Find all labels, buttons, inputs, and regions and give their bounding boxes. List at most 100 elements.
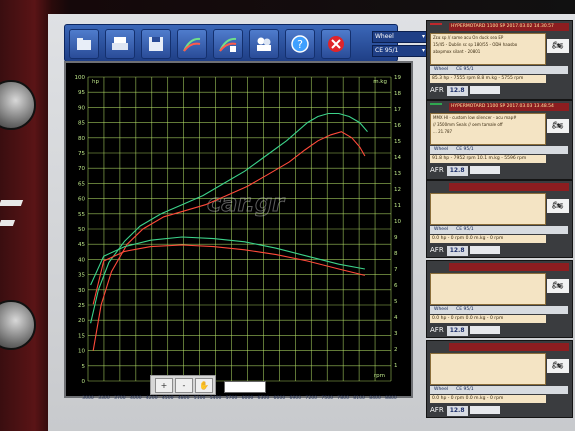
run-panel[interactable]: HYPERMOTARD 1100 SP 2017.03.03 13.48.54 M… (426, 100, 573, 180)
run-peak-stats: 0.0 hp - 0 rpm 0.0 m.kg - 0 rpm (430, 395, 546, 403)
run-notes (430, 273, 546, 305)
afr-field[interactable] (469, 326, 500, 334)
help-icon[interactable]: ? (285, 29, 315, 59)
zoom-value-input[interactable] (224, 381, 266, 393)
afr-field[interactable] (469, 86, 500, 94)
wheel-label: Wheel (434, 67, 449, 72)
y-right-tick-label: 7 (394, 267, 398, 273)
run-peak-stats: 0.0 hp - 0 rpm 0.0 m.kg - 0 rpm (430, 315, 546, 323)
dyno-run-icon[interactable] (177, 29, 207, 59)
print-icon[interactable] (105, 29, 135, 59)
y-right-tick-label: 10 (394, 219, 401, 225)
run-title (449, 343, 569, 351)
run-panel[interactable]: 🏍 Wheel CE 95/1 0.0 hp - 0 rpm 0.0 m.kg - 0… (426, 340, 573, 418)
run-description-line: 15/45 - Dublin sc sp 180/55 - ODH haasbo (433, 42, 518, 47)
y-right-tick-label: 13 (394, 171, 401, 177)
y-left-tick-label: 10 (78, 349, 85, 355)
correction-label: CE 95/1 (456, 147, 474, 152)
y-left-tick-label: 30 (78, 288, 85, 294)
y-left-tick-label: 85 (78, 121, 85, 127)
y-right-tick-label: 14 (394, 155, 401, 161)
close-icon[interactable] (321, 29, 351, 59)
wheel-select-label: Wheel (375, 33, 394, 40)
y-left-tick-label: 60 (78, 197, 85, 203)
run-notes: Ζεα sp // same acu On duck sea EP 15/45 -… (430, 33, 546, 65)
correction-label: CE 95/1 (456, 307, 474, 312)
wheel-select[interactable]: Wheel ▾ (372, 31, 428, 43)
run-peak-stats: 85.3 hp - 7555 rpm 8.8 m.kg - 5755 rpm (430, 75, 546, 83)
run-color-indicator (430, 103, 442, 105)
y-right-tick-label: 16 (394, 123, 401, 129)
save-icon[interactable] (141, 29, 171, 59)
y-left-tick-label: 40 (78, 257, 85, 263)
dyno-app-window: ? Wheel ▾ CE 95/1 ▾ 0 5 10 15 20 25 30 35 40 45 50 55… (48, 14, 575, 431)
run-peak-stats: 0.0 hp - 0 rpm 0.0 m.kg - 0 rpm (430, 235, 546, 243)
afr-label: AFR (430, 166, 444, 174)
run-panel[interactable]: 🏍 Wheel CE 95/1 0.0 hp - 0 rpm 0.0 m.kg - 0… (426, 180, 573, 258)
correction-select[interactable]: CE 95/1 ▾ (372, 45, 428, 57)
afr-row: AFR 12.8 (430, 405, 500, 416)
afr-field[interactable] (469, 406, 500, 414)
dyno-compare-icon[interactable] (213, 29, 243, 59)
afr-value: 12.8 (446, 326, 468, 336)
motorcycle-icon: 🏍 (547, 39, 569, 53)
afr-row: AFR 12.8 (430, 245, 500, 256)
x-unit-label: rpm (374, 373, 385, 379)
open-file-icon[interactable] (69, 29, 99, 59)
afr-row: AFR 12.8 (430, 85, 500, 96)
run-description-line: // 3500mm Seals // oem tamale off (433, 122, 503, 127)
main-toolbar: ? Wheel ▾ CE 95/1 ▾ (64, 24, 428, 62)
y-left-tick-label: 95 (78, 90, 85, 96)
y-left-tick-label: 50 (78, 227, 85, 233)
y-left-tick-label: 25 (78, 303, 85, 309)
run-correction-row: Wheel CE 95/1 (430, 306, 568, 314)
wheel-label: Wheel (434, 147, 449, 152)
y-left-tick-label: 80 (78, 136, 85, 142)
run-panel[interactable]: 🏍 Wheel CE 95/1 0.0 hp - 0 rpm 0.0 m.kg - 0… (426, 260, 573, 338)
y-left-tick-label: 75 (78, 151, 85, 157)
y-left-tick-label: 70 (78, 166, 85, 172)
run-title: HYPERMOTARD 1100 SP 2017.03.02 14.30.57 (449, 23, 569, 31)
zoom-in-button[interactable]: + (155, 378, 173, 393)
y-right-tick-label: 15 (394, 139, 401, 145)
users-icon[interactable] (249, 29, 279, 59)
y-left-tick-label: 35 (78, 273, 85, 279)
afr-label: AFR (430, 406, 444, 414)
watermark-logo: car.gr (207, 189, 286, 217)
run-notes: MMX HI - custom low silencer - acu map# /… (430, 113, 546, 145)
y-right-tick-label: 11 (394, 203, 401, 209)
run-correction-row: Wheel CE 95/1 (430, 146, 568, 154)
y-left-tick-label: 100 (75, 75, 86, 81)
motorcycle-icon: 🏍 (547, 199, 569, 213)
y-left-tick-label: 20 (78, 318, 85, 324)
run-peak-stats: 91.8 hp - 7952 rpm 10.1 m.kg - 5596 rpm (430, 155, 546, 163)
correction-label: CE 95/1 (456, 67, 474, 72)
y-right-tick-label: 4 (394, 315, 398, 321)
pan-hand-icon[interactable]: ✋ (195, 378, 213, 393)
run-title: HYPERMOTARD 1100 SP 2017.03.03 13.48.54 (449, 103, 569, 111)
correction-select-label: CE 95/1 (375, 47, 399, 54)
y-right-tick-label: 5 (394, 299, 398, 305)
zoom-out-button[interactable]: - (175, 378, 193, 393)
run-color-indicator (430, 23, 442, 25)
run-color-indicator (430, 263, 442, 265)
wheel-label: Wheel (434, 387, 449, 392)
y-right-tick-label: 3 (394, 331, 398, 337)
run-panel[interactable]: HYPERMOTARD 1100 SP 2017.03.02 14.30.57 Ζ… (426, 20, 573, 100)
run-title (449, 183, 569, 191)
y-right-tick-label: 6 (394, 283, 398, 289)
dyno-chart-svg: 0510152025303540455055606570758085909510… (75, 75, 402, 385)
x-tick-label: 8800 (385, 396, 397, 401)
afr-field[interactable] (469, 246, 500, 254)
run-description-line: MMX HI - custom low silencer - acu map# (433, 115, 517, 120)
afr-label: AFR (430, 86, 444, 94)
afr-row: AFR 12.8 (430, 165, 500, 176)
right-unit-label: m.kg (373, 79, 387, 85)
y-left-tick-label: 90 (78, 105, 85, 111)
afr-label: AFR (430, 326, 444, 334)
afr-value: 12.8 (446, 166, 468, 176)
afr-field[interactable] (469, 166, 500, 174)
y-right-tick-label: 12 (394, 187, 401, 193)
run-notes (430, 353, 546, 385)
y-right-tick-label: 8 (394, 251, 398, 257)
